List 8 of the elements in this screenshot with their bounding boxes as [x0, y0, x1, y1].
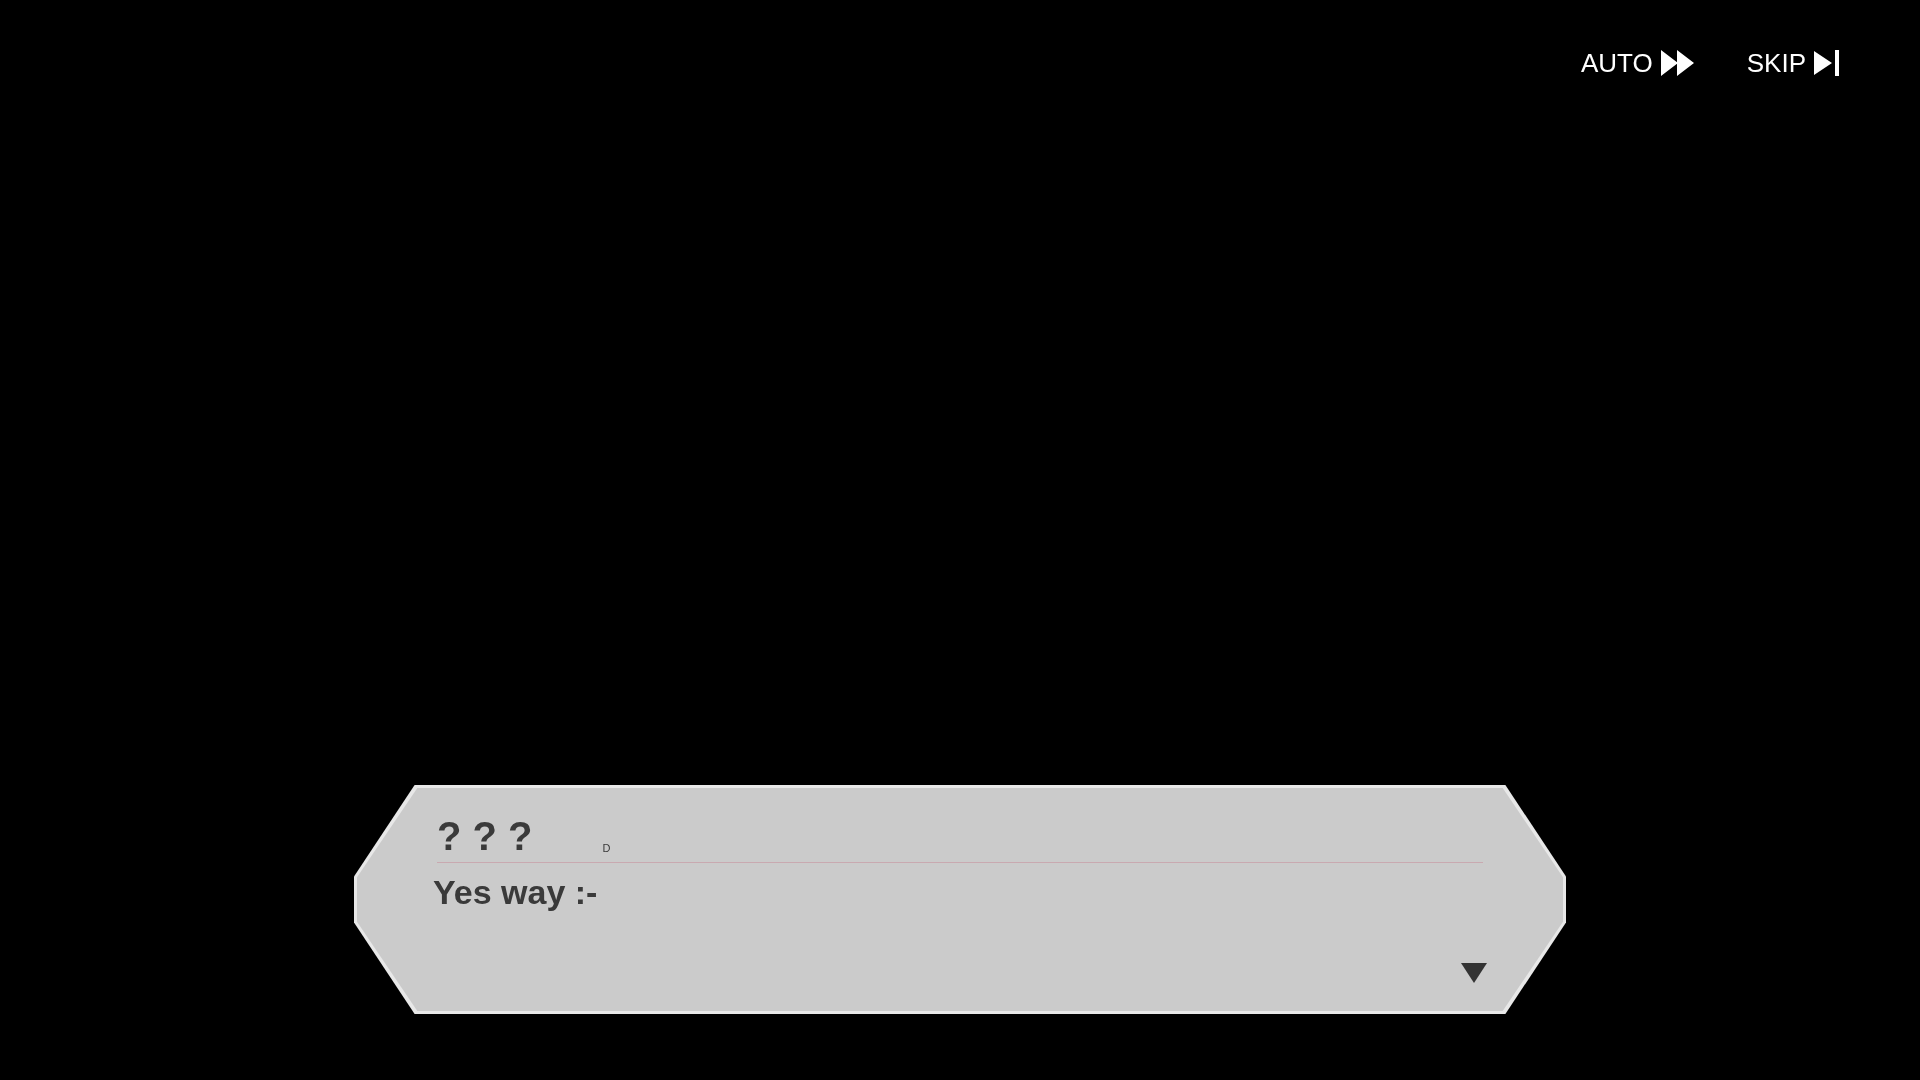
skip-button[interactable]: SKIP [1746, 50, 1840, 76]
speaker-name: ? ? ? [437, 816, 533, 856]
continue-icon [1461, 963, 1487, 983]
fast-forward-icon [1660, 50, 1695, 76]
dialogue-text: Yes way :- [433, 875, 599, 909]
speaker-tag: D [602, 843, 611, 854]
auto-button[interactable]: AUTO [1581, 50, 1695, 76]
skip-forward-icon [1814, 50, 1840, 76]
